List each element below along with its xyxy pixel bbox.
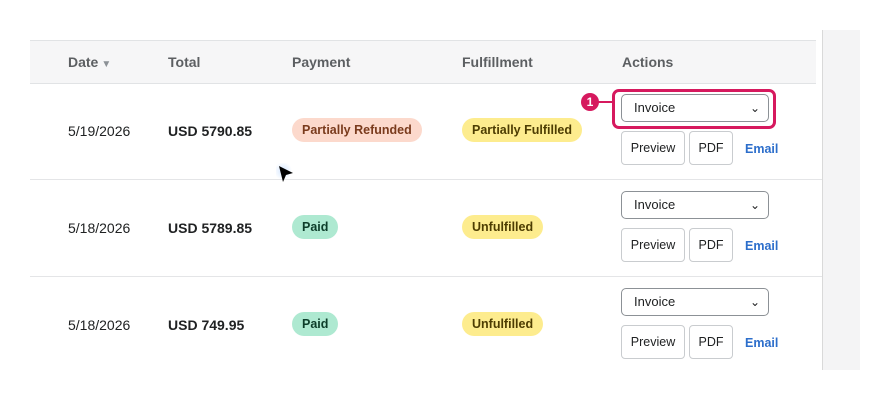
page-gutter [822, 30, 860, 370]
chevron-down-icon: ⌄ [749, 198, 760, 212]
header-fulfillment: Fulfillment [462, 54, 533, 70]
table-row: 5/18/2026 USD 749.95 Paid Unfulfilled In… [30, 276, 822, 373]
annotation-marker: 1 [581, 93, 599, 111]
fulfillment-status-badge: Partially Fulfilled [462, 118, 583, 142]
preview-button[interactable]: Preview [621, 325, 685, 359]
pdf-button[interactable]: PDF [689, 228, 733, 262]
order-date: 5/18/2026 [68, 317, 131, 333]
header-date[interactable]: Date ▼ [68, 54, 111, 70]
payment-status-badge: Paid [292, 215, 339, 239]
fulfillment-status-badge: Unfulfilled [462, 215, 544, 239]
fulfillment-status-badge: Unfulfilled [462, 312, 544, 336]
table-row: 5/18/2026 USD 5789.85 Paid Unfulfilled I… [30, 179, 822, 277]
header-actions: Actions [622, 54, 674, 70]
chevron-down-icon: ⌄ [749, 295, 760, 309]
sort-desc-icon[interactable]: ▼ [101, 59, 111, 70]
email-link[interactable]: Email [745, 336, 778, 350]
document-type-select[interactable]: Invoice ⌄ [621, 191, 769, 219]
document-type-select[interactable]: Invoice ⌄ [621, 288, 769, 316]
table-header: Date ▼ Total Payment Fulfillment Actions [30, 40, 816, 84]
annotation-connector [598, 101, 612, 103]
order-total: USD 5790.85 [168, 123, 253, 139]
preview-button[interactable]: Preview [621, 131, 685, 165]
annotation-highlight-box [612, 89, 776, 129]
preview-button[interactable]: Preview [621, 228, 685, 262]
email-link[interactable]: Email [745, 239, 778, 253]
header-payment: Payment [292, 54, 351, 70]
document-type-value: Invoice [634, 294, 676, 309]
payment-status-badge: Partially Refunded [292, 118, 422, 142]
header-date-label: Date [68, 54, 99, 70]
order-total: USD 5789.85 [168, 220, 253, 236]
pdf-button[interactable]: PDF [689, 325, 733, 359]
document-type-value: Invoice [634, 197, 676, 212]
order-date: 5/19/2026 [68, 123, 131, 139]
email-link[interactable]: Email [745, 142, 778, 156]
orders-table: Date ▼ Total Payment Fulfillment Actions … [30, 30, 823, 370]
pdf-button[interactable]: PDF [689, 131, 733, 165]
order-date: 5/18/2026 [68, 220, 131, 236]
header-total: Total [168, 54, 201, 70]
order-total: USD 749.95 [168, 317, 245, 333]
mouse-pointer-icon [276, 163, 293, 182]
payment-status-badge: Paid [292, 312, 339, 336]
